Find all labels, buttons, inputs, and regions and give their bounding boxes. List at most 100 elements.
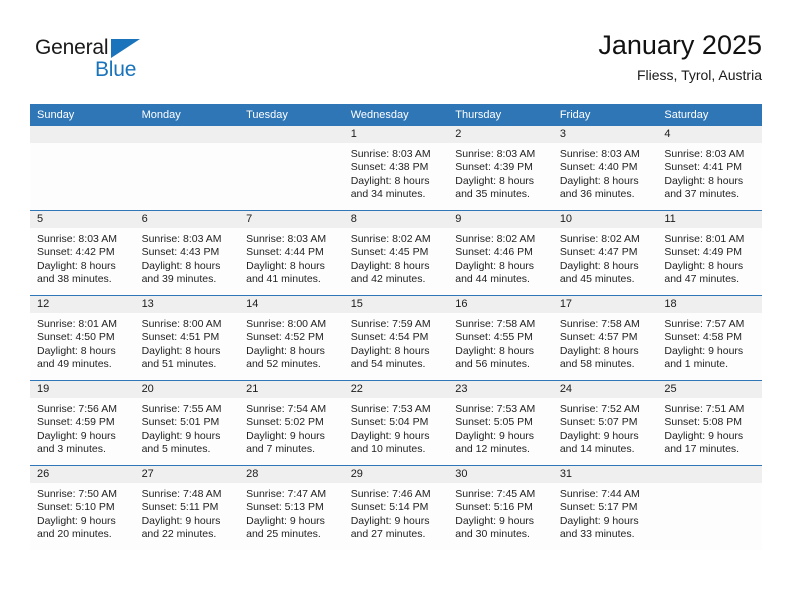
calendar-day-cell[interactable]: 5 Sunrise: 8:03 AM Sunset: 4:42 PM Daylight… <box>30 210 135 296</box>
day-detail-line: Sunset: 5:17 PM <box>559 501 638 514</box>
calendar-day-cell[interactable]: 20 Sunrise: 7:55 AM Sunset: 5:01 PM Dayligh… <box>134 380 240 466</box>
brand-name-blue: Blue <box>95 58 137 81</box>
calendar-day-cell[interactable]: 22 Sunrise: 7:53 AM Sunset: 5:04 PM Dayligh… <box>343 380 449 466</box>
calendar-day-cell[interactable]: 27 Sunrise: 7:48 AM Sunset: 5:11 PM Dayligh… <box>134 465 240 550</box>
day-number: 12 <box>30 296 135 313</box>
calendar-day-cell[interactable]: 14 Sunrise: 8:00 AM Sunset: 4:52 PM Dayligh… <box>239 295 344 381</box>
day-detail-line: and 10 minutes. <box>350 442 426 455</box>
calendar-day-cell[interactable]: 15 Sunrise: 7:59 AM Sunset: 4:54 PM Dayligh… <box>343 295 449 381</box>
day-detail-line: Sunrise: 8:03 AM <box>455 148 536 160</box>
day-number: 3 <box>552 126 658 143</box>
calendar-body: 1 Sunrise: 8:03 AM Sunset: 4:38 PM Daylight… <box>30 126 762 550</box>
calendar-day-cell[interactable]: 18 Sunrise: 7:57 AM Sunset: 4:58 PM Dayligh… <box>657 295 762 381</box>
day-detail-line: Sunrise: 7:44 AM <box>559 488 640 500</box>
day-details: Sunrise: 8:00 AM Sunset: 4:51 PM Daylight:… <box>134 313 240 378</box>
calendar-day-cell[interactable]: 7 Sunrise: 8:03 AM Sunset: 4:44 PM Daylight… <box>239 210 344 296</box>
day-number: 26 <box>30 466 135 483</box>
weekday-header-saturday: Saturday <box>657 104 762 126</box>
day-detail-line: Sunrise: 8:02 AM <box>350 233 431 245</box>
day-details: Sunrise: 7:50 AM Sunset: 5:10 PM Daylight:… <box>30 483 135 548</box>
day-detail-line: and 37 minutes. <box>664 187 740 200</box>
calendar-day-cell[interactable]: 12 Sunrise: 8:01 AM Sunset: 4:50 PM Dayligh… <box>30 295 135 381</box>
calendar-day-cell[interactable]: 24 Sunrise: 7:52 AM Sunset: 5:07 PM Dayligh… <box>552 380 658 466</box>
day-details: Sunrise: 8:03 AM Sunset: 4:42 PM Daylight:… <box>30 228 135 293</box>
calendar-day-cell[interactable]: 16 Sunrise: 7:58 AM Sunset: 4:55 PM Dayligh… <box>448 295 553 381</box>
calendar-day-cell[interactable]: 19 Sunrise: 7:56 AM Sunset: 4:59 PM Dayligh… <box>30 380 135 466</box>
day-detail-line: Daylight: 9 hours <box>350 429 430 442</box>
day-details: Sunrise: 8:00 AM Sunset: 4:52 PM Daylight:… <box>239 313 344 378</box>
day-detail-line: Sunrise: 7:52 AM <box>559 403 640 415</box>
day-detail-line: Daylight: 9 hours <box>455 429 535 442</box>
day-detail-line: Daylight: 9 hours <box>141 514 221 527</box>
day-detail-line: Sunset: 4:43 PM <box>141 246 220 259</box>
day-detail-line: Sunset: 4:42 PM <box>37 246 115 259</box>
day-details: Sunrise: 8:02 AM Sunset: 4:45 PM Daylight:… <box>343 228 449 293</box>
day-details <box>657 483 762 548</box>
day-details: Sunrise: 7:57 AM Sunset: 4:58 PM Daylight:… <box>657 313 762 378</box>
day-detail-line: Sunrise: 7:51 AM <box>664 403 745 415</box>
calendar-day-cell[interactable]: 8 Sunrise: 8:02 AM Sunset: 4:45 PM Daylight… <box>343 210 449 296</box>
day-number: 31 <box>552 466 658 483</box>
calendar-day-cell[interactable]: 6 Sunrise: 8:03 AM Sunset: 4:43 PM Daylight… <box>134 210 240 296</box>
calendar-day-cell[interactable]: 10 Sunrise: 8:02 AM Sunset: 4:47 PM Dayligh… <box>552 210 658 296</box>
day-detail-line: Sunset: 4:44 PM <box>246 246 324 259</box>
calendar-day-cell[interactable]: 21 Sunrise: 7:54 AM Sunset: 5:02 PM Dayligh… <box>239 380 344 466</box>
day-details: Sunrise: 7:51 AM Sunset: 5:08 PM Daylight:… <box>657 398 762 463</box>
day-detail-line: and 56 minutes. <box>455 357 530 370</box>
day-detail-line: and 25 minutes. <box>246 527 321 540</box>
day-detail-line: Daylight: 8 hours <box>559 344 639 357</box>
sunrise-sunset-calendar-table: Sunday Monday Tuesday Wednesday Thursday… <box>30 104 762 550</box>
calendar-day-cell[interactable]: 26 Sunrise: 7:50 AM Sunset: 5:10 PM Dayligh… <box>30 465 135 550</box>
day-number: 17 <box>552 296 658 313</box>
day-detail-line: Daylight: 8 hours <box>350 344 430 357</box>
day-detail-line: Daylight: 8 hours <box>455 259 535 272</box>
calendar-day-cell[interactable]: 23 Sunrise: 7:53 AM Sunset: 5:05 PM Dayligh… <box>448 380 553 466</box>
day-detail-line: Sunrise: 7:45 AM <box>455 488 536 500</box>
day-detail-line: Sunrise: 7:53 AM <box>350 403 431 415</box>
day-detail-line: Sunset: 5:05 PM <box>455 416 533 429</box>
day-detail-line: and 54 minutes. <box>350 357 426 370</box>
calendar-day-cell[interactable]: 3 Sunrise: 8:03 AM Sunset: 4:40 PM Daylight… <box>552 126 658 211</box>
calendar-day-cell[interactable]: 11 Sunrise: 8:01 AM Sunset: 4:49 PM Dayligh… <box>657 210 762 296</box>
calendar-day-cell[interactable]: 30 Sunrise: 7:45 AM Sunset: 5:16 PM Dayligh… <box>448 465 553 550</box>
day-detail-line: Daylight: 9 hours <box>246 514 325 527</box>
day-detail-line: Daylight: 9 hours <box>664 344 744 357</box>
day-number: 4 <box>657 126 762 143</box>
day-detail-line: Daylight: 8 hours <box>559 174 639 187</box>
day-number: 8 <box>343 211 449 228</box>
day-number <box>30 126 135 143</box>
day-detail-line: Sunrise: 8:03 AM <box>559 148 640 160</box>
calendar-day-cell[interactable]: 4 Sunrise: 8:03 AM Sunset: 4:41 PM Daylight… <box>657 126 762 211</box>
day-number: 19 <box>30 381 135 398</box>
day-detail-line: Sunset: 4:38 PM <box>350 161 429 174</box>
calendar-week-row: 12 Sunrise: 8:01 AM Sunset: 4:50 PM Dayligh… <box>30 295 762 381</box>
weekday-header-thursday: Thursday <box>448 104 553 126</box>
calendar-day-cell[interactable]: 17 Sunrise: 7:58 AM Sunset: 4:57 PM Dayligh… <box>552 295 658 381</box>
day-number: 5 <box>30 211 135 228</box>
day-detail-line: Daylight: 9 hours <box>141 429 221 442</box>
calendar-day-cell[interactable]: 29 Sunrise: 7:46 AM Sunset: 5:14 PM Dayligh… <box>343 465 449 550</box>
day-details: Sunrise: 8:01 AM Sunset: 4:50 PM Daylight:… <box>30 313 135 378</box>
generalblue-logo[interactable]: General Blue <box>35 36 185 92</box>
weekday-header-friday: Friday <box>552 104 658 126</box>
triangle-icon <box>111 39 140 58</box>
day-detail-line: Sunrise: 7:54 AM <box>246 403 327 415</box>
day-details: Sunrise: 8:01 AM Sunset: 4:49 PM Daylight:… <box>657 228 762 293</box>
day-detail-line: Sunset: 5:02 PM <box>246 416 324 429</box>
calendar-day-cell[interactable]: 1 Sunrise: 8:03 AM Sunset: 4:38 PM Daylight… <box>343 126 449 211</box>
calendar-day-cell[interactable]: 2 Sunrise: 8:03 AM Sunset: 4:39 PM Daylight… <box>448 126 553 211</box>
calendar-day-cell[interactable]: 13 Sunrise: 8:00 AM Sunset: 4:51 PM Dayligh… <box>134 295 240 381</box>
day-details: Sunrise: 7:56 AM Sunset: 4:59 PM Daylight:… <box>30 398 135 463</box>
day-detail-line: and 20 minutes. <box>37 527 112 540</box>
calendar-day-cell[interactable]: 25 Sunrise: 7:51 AM Sunset: 5:08 PM Dayligh… <box>657 380 762 466</box>
day-details: Sunrise: 8:03 AM Sunset: 4:40 PM Daylight:… <box>552 143 658 208</box>
day-number <box>239 126 344 143</box>
calendar-day-cell[interactable]: 9 Sunrise: 8:02 AM Sunset: 4:46 PM Daylight… <box>448 210 553 296</box>
calendar-day-cell[interactable]: 28 Sunrise: 7:47 AM Sunset: 5:13 PM Dayligh… <box>239 465 344 550</box>
day-detail-line: Sunrise: 8:02 AM <box>559 233 640 245</box>
calendar-day-cell[interactable]: 31 Sunrise: 7:44 AM Sunset: 5:17 PM Dayligh… <box>552 465 658 550</box>
day-detail-line: and 51 minutes. <box>141 357 217 370</box>
day-details: Sunrise: 8:03 AM Sunset: 4:39 PM Daylight:… <box>448 143 553 208</box>
day-detail-line: and 58 minutes. <box>559 357 635 370</box>
day-detail-line: and 14 minutes. <box>559 442 635 455</box>
